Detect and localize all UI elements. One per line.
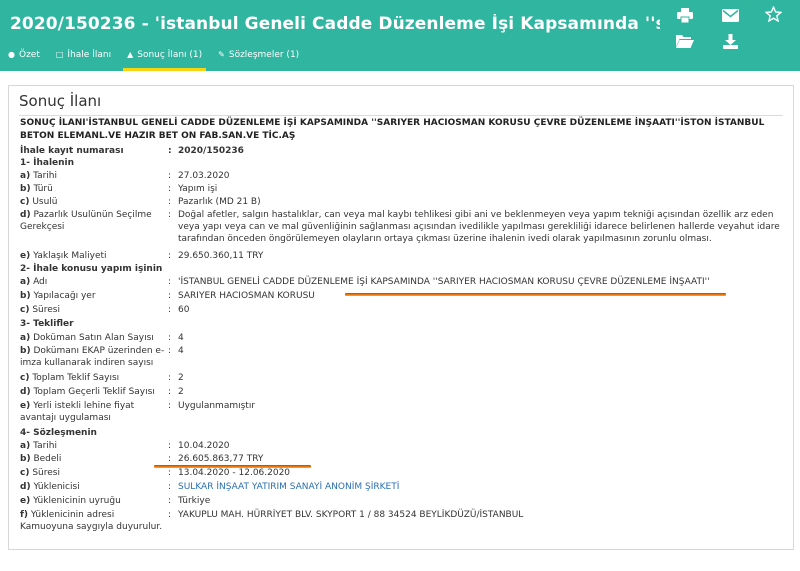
section-ihale: 1- İhalenin [20, 158, 75, 168]
info-icon: ● [8, 50, 15, 59]
closing-text: Kamuoyuna saygıyla duyurulur. [20, 522, 163, 532]
tab-bar: ● Özet □ İhale İlanı ▲ Sonuç İlanı (1) ✎… [0, 46, 307, 71]
edit-icon: ✎ [218, 50, 225, 59]
envelope-icon[interactable] [719, 4, 741, 26]
section-yapim-isi: 2- İhale konusu yapım işinin [20, 264, 163, 274]
divider [19, 115, 783, 116]
header-bar: 2020/150236 - 'istanbul Geneli Cadde Düz… [0, 0, 800, 71]
result-panel: Sonuç İlanı SONUÇ İLANI'İSTANBUL GENELİ … [8, 85, 794, 550]
download-icon[interactable] [719, 30, 741, 52]
panel-title: Sonuç İlanı [19, 92, 102, 110]
star-icon[interactable] [762, 3, 784, 25]
folder-open-icon[interactable] [674, 30, 696, 52]
contractor-link[interactable]: SULKAR İNŞAAT YATIRIM SANAYİ ANONİM ŞİRK… [178, 481, 784, 493]
section-teklifler: 3- Teklifler [20, 319, 74, 329]
print-icon[interactable] [674, 4, 696, 26]
tab-sonuc-ilani[interactable]: ▲ Sonuç İlanı (1) [119, 46, 210, 71]
tab-ozet[interactable]: ● Özet [0, 46, 48, 67]
trophy-icon: ▲ [127, 50, 134, 59]
document-icon: □ [55, 50, 64, 59]
tab-sozlesmeler[interactable]: ✎ Sözleşmeler (1) [210, 46, 307, 67]
page-title: 2020/150236 - 'istanbul Geneli Cadde Düz… [10, 14, 660, 34]
section-sozlesme: 4- Sözleşmenin [20, 428, 97, 438]
announcement-intro: SONUÇ İLANI'İSTANBUL GENELİ CADDE DÜZENL… [20, 118, 765, 141]
tab-ihale-ilani[interactable]: □ İhale İlanı [48, 46, 119, 67]
